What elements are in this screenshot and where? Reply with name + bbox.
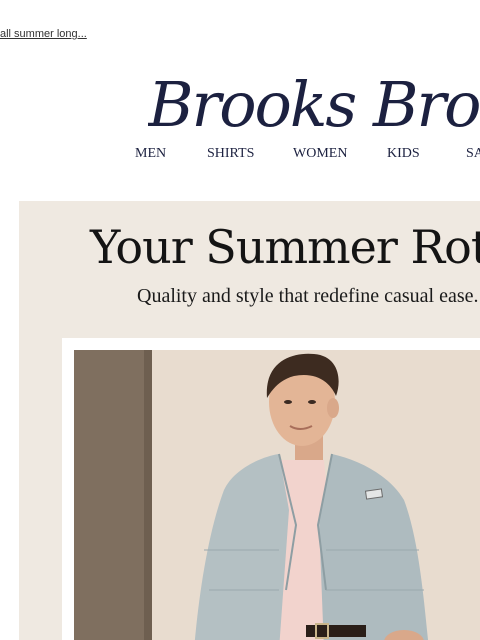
hero-banner[interactable]: Your Summer Rotat Quality and style that… xyxy=(19,201,480,640)
hero-title: Your Summer Rotat xyxy=(90,220,480,274)
main-navigation: MEN SHIRTS WOMEN KIDS SA xyxy=(0,146,480,164)
nav-item-men[interactable]: MEN xyxy=(135,146,166,162)
nav-item-sale[interactable]: SA xyxy=(466,146,480,162)
nav-item-women[interactable]: WOMEN xyxy=(293,146,347,162)
svg-text:Brooks Brothers: Brooks Brothers xyxy=(148,68,480,140)
brooks-brothers-logo[interactable]: Brooks Brothers xyxy=(148,60,480,140)
preheader-link[interactable]: all summer long... xyxy=(0,28,87,40)
hero-subtitle: Quality and style that redefine casual e… xyxy=(137,285,479,307)
nav-item-shirts[interactable]: SHIRTS xyxy=(207,146,254,162)
hero-photo-frame xyxy=(62,338,480,640)
hero-photo[interactable] xyxy=(74,350,480,640)
nav-item-kids[interactable]: KIDS xyxy=(387,146,420,162)
